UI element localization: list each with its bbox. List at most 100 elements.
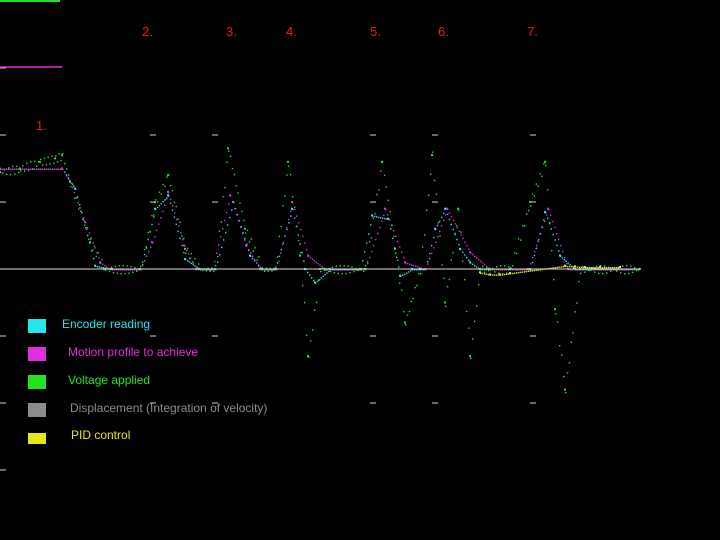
data-point (630, 265, 632, 268)
data-point (20, 170, 22, 172)
data-point (545, 268, 547, 270)
data-point (222, 196, 224, 198)
data-point (379, 226, 381, 229)
data-point (596, 267, 598, 269)
data-point (282, 242, 284, 244)
data-point (427, 261, 429, 263)
data-point (190, 262, 192, 265)
data-point (30, 161, 32, 163)
data-point-key (384, 207, 386, 210)
data-point (636, 269, 638, 272)
data-point-key (469, 355, 471, 358)
data-point (341, 273, 343, 275)
data-point (50, 168, 52, 170)
data-point-key (434, 227, 436, 230)
data-point (312, 329, 314, 331)
data-point (164, 199, 166, 201)
data-point (383, 214, 385, 217)
data-point (396, 256, 398, 259)
data-point (460, 231, 462, 233)
data-point-key (404, 261, 406, 264)
data-point (357, 269, 359, 271)
data-point (309, 274, 311, 276)
data-point (324, 274, 326, 276)
data-point (160, 217, 162, 219)
data-point-key (39, 160, 41, 163)
data-point (376, 193, 378, 196)
data-point (556, 244, 558, 247)
data-point (70, 185, 72, 188)
data-point (541, 175, 543, 177)
data-point (240, 226, 242, 229)
data-point (594, 267, 596, 269)
data-point (60, 159, 62, 162)
data-point-key (381, 160, 383, 163)
data-point (190, 252, 192, 255)
data-point-key (544, 211, 546, 214)
data-point (10, 168, 12, 170)
segment-marker-3: 3. (226, 24, 237, 39)
data-point (45, 164, 47, 166)
data-point (476, 257, 478, 259)
data-point (278, 255, 281, 257)
data-point (147, 231, 149, 234)
data-point (496, 266, 498, 268)
data-point (412, 297, 414, 300)
data-point (217, 261, 219, 263)
data-point (588, 267, 591, 269)
data-point (454, 233, 456, 236)
data-point (151, 215, 153, 217)
data-point (310, 340, 312, 342)
data-point (186, 249, 188, 251)
data-point (462, 251, 464, 253)
data-point (468, 259, 470, 261)
data-point (284, 235, 286, 237)
data-point-key (74, 187, 76, 190)
segment-marker-4: 4. (286, 24, 297, 39)
data-point (580, 272, 582, 275)
data-point (626, 265, 628, 267)
data-point (547, 189, 549, 191)
data-point (30, 168, 32, 170)
data-point (188, 261, 191, 263)
legend-label: PID control (71, 428, 131, 442)
data-point (213, 270, 215, 273)
data-point (282, 205, 284, 207)
data-point (445, 214, 447, 216)
data-point (558, 238, 560, 241)
data-point (72, 184, 74, 186)
data-point (513, 272, 516, 274)
data-point (323, 269, 326, 271)
data-point (256, 259, 258, 261)
data-point (567, 262, 569, 264)
data-point (476, 266, 478, 268)
data-point (179, 221, 181, 224)
data-point (58, 168, 60, 170)
data-point (250, 238, 253, 240)
data-point-key (469, 261, 471, 264)
data-point (166, 198, 168, 200)
data-point (435, 241, 437, 243)
data-point (429, 258, 431, 260)
data-point (216, 255, 219, 258)
data-point (38, 168, 40, 170)
data-point (16, 168, 18, 170)
data-point (292, 196, 294, 198)
data-point (290, 215, 292, 217)
data-point (382, 217, 384, 219)
data-point (562, 250, 564, 253)
data-point (227, 224, 229, 226)
data-point (535, 269, 537, 271)
data-point (73, 185, 75, 188)
data-point (286, 174, 288, 176)
data-point (190, 257, 192, 259)
data-point (254, 247, 256, 249)
data-point (445, 305, 447, 307)
data-point (533, 254, 536, 257)
data-point-key (89, 241, 91, 244)
data-point (22, 168, 24, 170)
data-point (536, 244, 538, 247)
data-point (226, 161, 228, 163)
data-point (83, 217, 85, 219)
data-point (54, 168, 56, 170)
